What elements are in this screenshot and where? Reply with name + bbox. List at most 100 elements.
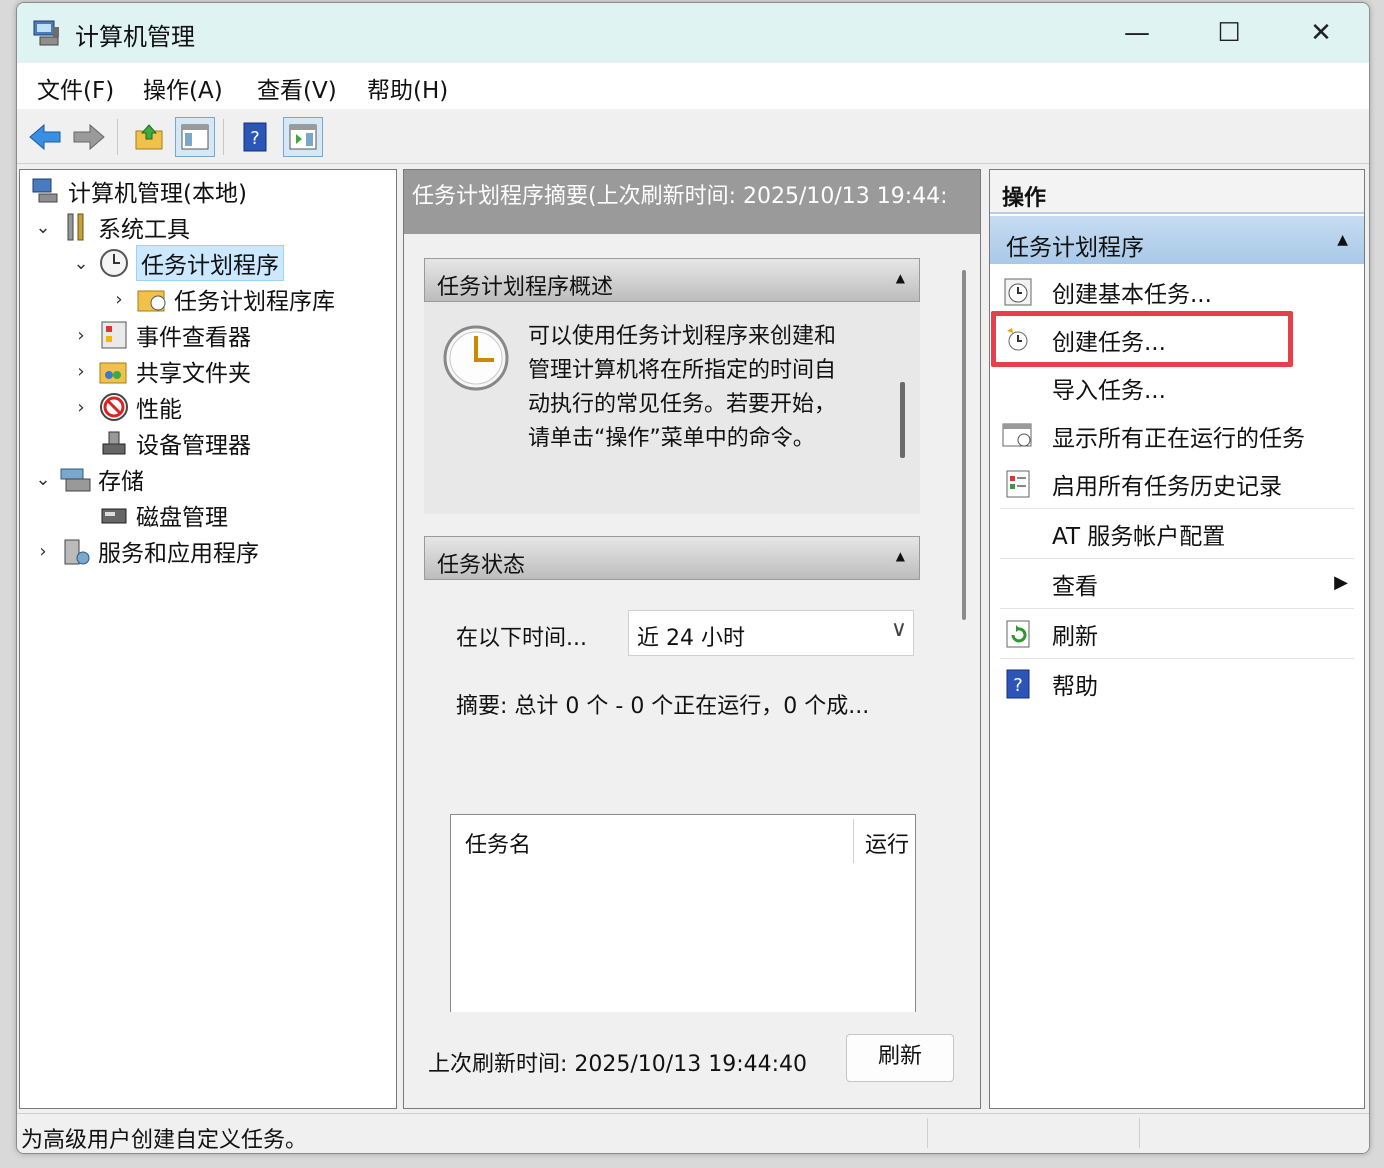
column-divider[interactable] bbox=[853, 819, 854, 863]
services-icon bbox=[60, 535, 92, 567]
action-label: 创建任务... bbox=[1052, 330, 1166, 356]
close-button[interactable]: ✕ bbox=[1291, 11, 1351, 55]
summary-footer: 上次刷新时间: 2025/10/13 19:44:40 刷新 bbox=[404, 1012, 980, 1108]
tree-item-task-library[interactable]: › 任务计划程序库 bbox=[108, 282, 335, 316]
blank-icon bbox=[1000, 370, 1036, 406]
action-enable-history[interactable]: 启用所有任务历史记录 bbox=[1000, 460, 1354, 509]
tree-label: 性能 bbox=[136, 397, 182, 423]
disk-icon bbox=[98, 499, 130, 531]
svg-text:?: ? bbox=[1013, 675, 1023, 696]
actions-group-task-scheduler[interactable]: 任务计划程序 ▲ bbox=[990, 216, 1364, 264]
column-run[interactable]: 运行 bbox=[865, 827, 909, 859]
action-view[interactable]: 查看 ▶ bbox=[1000, 560, 1354, 609]
tree-item-device-manager[interactable]: 设备管理器 bbox=[92, 426, 251, 460]
tree-label: 设备管理器 bbox=[136, 433, 251, 459]
svg-text:?: ? bbox=[250, 128, 260, 149]
device-manager-icon bbox=[98, 427, 130, 459]
chevron-right-icon[interactable]: › bbox=[70, 361, 92, 382]
time-range-value: 近 24 小时 bbox=[637, 626, 745, 651]
collapse-up-icon[interactable]: ▲ bbox=[896, 271, 905, 285]
tree-label: 任务计划程序库 bbox=[174, 289, 335, 315]
vertical-scrollbar[interactable] bbox=[962, 270, 966, 620]
menu-file[interactable]: 文件(F) bbox=[37, 71, 114, 105]
show-hide-action-pane-button[interactable] bbox=[283, 117, 323, 157]
tree-item-storage[interactable]: ⌄ 存储 bbox=[32, 462, 144, 496]
tools-icon bbox=[60, 211, 92, 243]
menu-help[interactable]: 帮助(H) bbox=[367, 71, 448, 105]
actions-header: 操作 bbox=[990, 170, 1364, 214]
tree-label: 存储 bbox=[98, 469, 144, 495]
action-label: 查看 bbox=[1052, 574, 1098, 600]
chevron-right-icon[interactable]: › bbox=[108, 289, 130, 310]
menu-action[interactable]: 操作(A) bbox=[143, 71, 223, 105]
clock-icon bbox=[443, 325, 509, 391]
status-bar: 为高级用户创建自定义任务。 bbox=[17, 1113, 1369, 1153]
chevron-down-icon[interactable]: ⌄ bbox=[70, 253, 92, 274]
blank-icon bbox=[1000, 566, 1036, 602]
overview-text: 可以使用任务计划程序来创建和管理计算机将在所指定的时间自动执行的常见任务。若要开… bbox=[528, 324, 837, 451]
help-toolbar-button[interactable]: ? bbox=[235, 117, 275, 157]
show-hide-tree-button[interactable] bbox=[175, 117, 215, 157]
action-create-basic-task[interactable]: 创建基本任务... bbox=[1000, 268, 1354, 316]
toolbar-separator bbox=[117, 119, 118, 155]
tree-item-services-apps[interactable]: › 服务和应用程序 bbox=[32, 534, 259, 568]
action-label: 导入任务... bbox=[1052, 378, 1166, 404]
column-task-name[interactable]: 任务名 bbox=[465, 827, 531, 859]
refresh-button[interactable]: 刷新 bbox=[846, 1034, 954, 1082]
running-tasks-icon bbox=[1000, 418, 1036, 454]
tree-label: 磁盘管理 bbox=[136, 505, 228, 531]
history-icon bbox=[1000, 466, 1036, 502]
maximize-button[interactable]: ☐ bbox=[1199, 11, 1259, 55]
minimize-button[interactable]: — bbox=[1107, 11, 1167, 55]
chevron-down-icon[interactable]: ⌄ bbox=[32, 469, 54, 490]
chevron-right-icon[interactable]: › bbox=[70, 325, 92, 346]
event-viewer-icon bbox=[98, 319, 130, 351]
overview-scrollbar[interactable] bbox=[900, 382, 905, 458]
folder-up-icon bbox=[135, 124, 163, 150]
last-refresh-time: 上次刷新时间: 2025/10/13 19:44:40 bbox=[428, 1052, 808, 1077]
menu-view[interactable]: 查看(V) bbox=[257, 71, 337, 105]
tree-label: 事件查看器 bbox=[136, 325, 251, 351]
status-text: 为高级用户创建自定义任务。 bbox=[21, 1128, 308, 1153]
tree-item-shared-folders[interactable]: › 共享文件夹 bbox=[70, 354, 251, 388]
chevron-right-icon[interactable]: › bbox=[70, 397, 92, 418]
tree-item-task-scheduler[interactable]: ⌄ 任务计划程序 bbox=[70, 245, 284, 281]
back-button[interactable] bbox=[25, 117, 65, 157]
overview-section-body: 可以使用任务计划程序来创建和管理计算机将在所指定的时间自动执行的常见任务。若要开… bbox=[424, 302, 920, 514]
toolbar: ? bbox=[17, 109, 1369, 164]
action-label: 启用所有任务历史记录 bbox=[1052, 474, 1282, 500]
status-section-header[interactable]: 任务状态 ▲ bbox=[424, 536, 920, 580]
scheduler-summary-pane: 任务计划程序摘要(上次刷新时间: 2025/10/13 19:44: 任务计划程… bbox=[403, 169, 981, 1109]
tree-item-disk-management[interactable]: 磁盘管理 bbox=[92, 498, 228, 532]
forward-arrow-icon bbox=[73, 123, 105, 151]
computer-management-window: 计算机管理 — ☐ ✕ 文件(F) 操作(A) 查看(V) 帮助(H) ? 计算… bbox=[16, 2, 1370, 1154]
help-book-icon: ? bbox=[1000, 666, 1036, 702]
chevron-down-icon[interactable]: ⌄ bbox=[32, 217, 54, 238]
up-level-button[interactable] bbox=[129, 117, 169, 157]
action-display-running-tasks[interactable]: 显示所有正在运行的任务 bbox=[1000, 412, 1354, 460]
collapse-up-icon[interactable]: ▲ bbox=[1337, 232, 1348, 248]
clock-icon bbox=[98, 247, 130, 279]
tree-item-performance[interactable]: › 性能 bbox=[70, 390, 182, 424]
folder-clock-icon bbox=[136, 283, 168, 315]
action-pane-icon bbox=[289, 124, 317, 150]
help-book-icon: ? bbox=[243, 122, 267, 152]
action-label: 刷新 bbox=[1052, 624, 1098, 650]
action-label: 创建基本任务... bbox=[1052, 282, 1212, 308]
overview-section-header[interactable]: 任务计划程序概述 ▲ bbox=[424, 258, 920, 302]
tree-label: 系统工具 bbox=[98, 217, 190, 243]
action-import-task[interactable]: 导入任务... bbox=[1000, 364, 1354, 412]
tree-item-system-tools[interactable]: ⌄ 系统工具 bbox=[32, 210, 190, 244]
action-create-task[interactable]: 创建任务... bbox=[1000, 316, 1354, 364]
tree-item-root[interactable]: 计算机管理(本地) bbox=[24, 174, 247, 208]
collapse-up-icon[interactable]: ▲ bbox=[896, 549, 905, 563]
actions-pane: 操作 任务计划程序 ▲ 创建基本任务... 创建任务... 导入任务... 显示… bbox=[989, 169, 1365, 1109]
action-help[interactable]: ? 帮助 bbox=[1000, 660, 1354, 708]
computer-management-icon bbox=[30, 175, 62, 207]
action-refresh[interactable]: 刷新 bbox=[1000, 610, 1354, 659]
forward-button[interactable] bbox=[69, 117, 109, 157]
chevron-right-icon[interactable]: › bbox=[32, 541, 54, 562]
action-at-service-account[interactable]: AT 服务帐户配置 bbox=[1000, 510, 1354, 559]
tree-item-event-viewer[interactable]: › 事件查看器 bbox=[70, 318, 251, 352]
time-range-select[interactable]: 近 24 小时 ∨ bbox=[628, 610, 914, 656]
